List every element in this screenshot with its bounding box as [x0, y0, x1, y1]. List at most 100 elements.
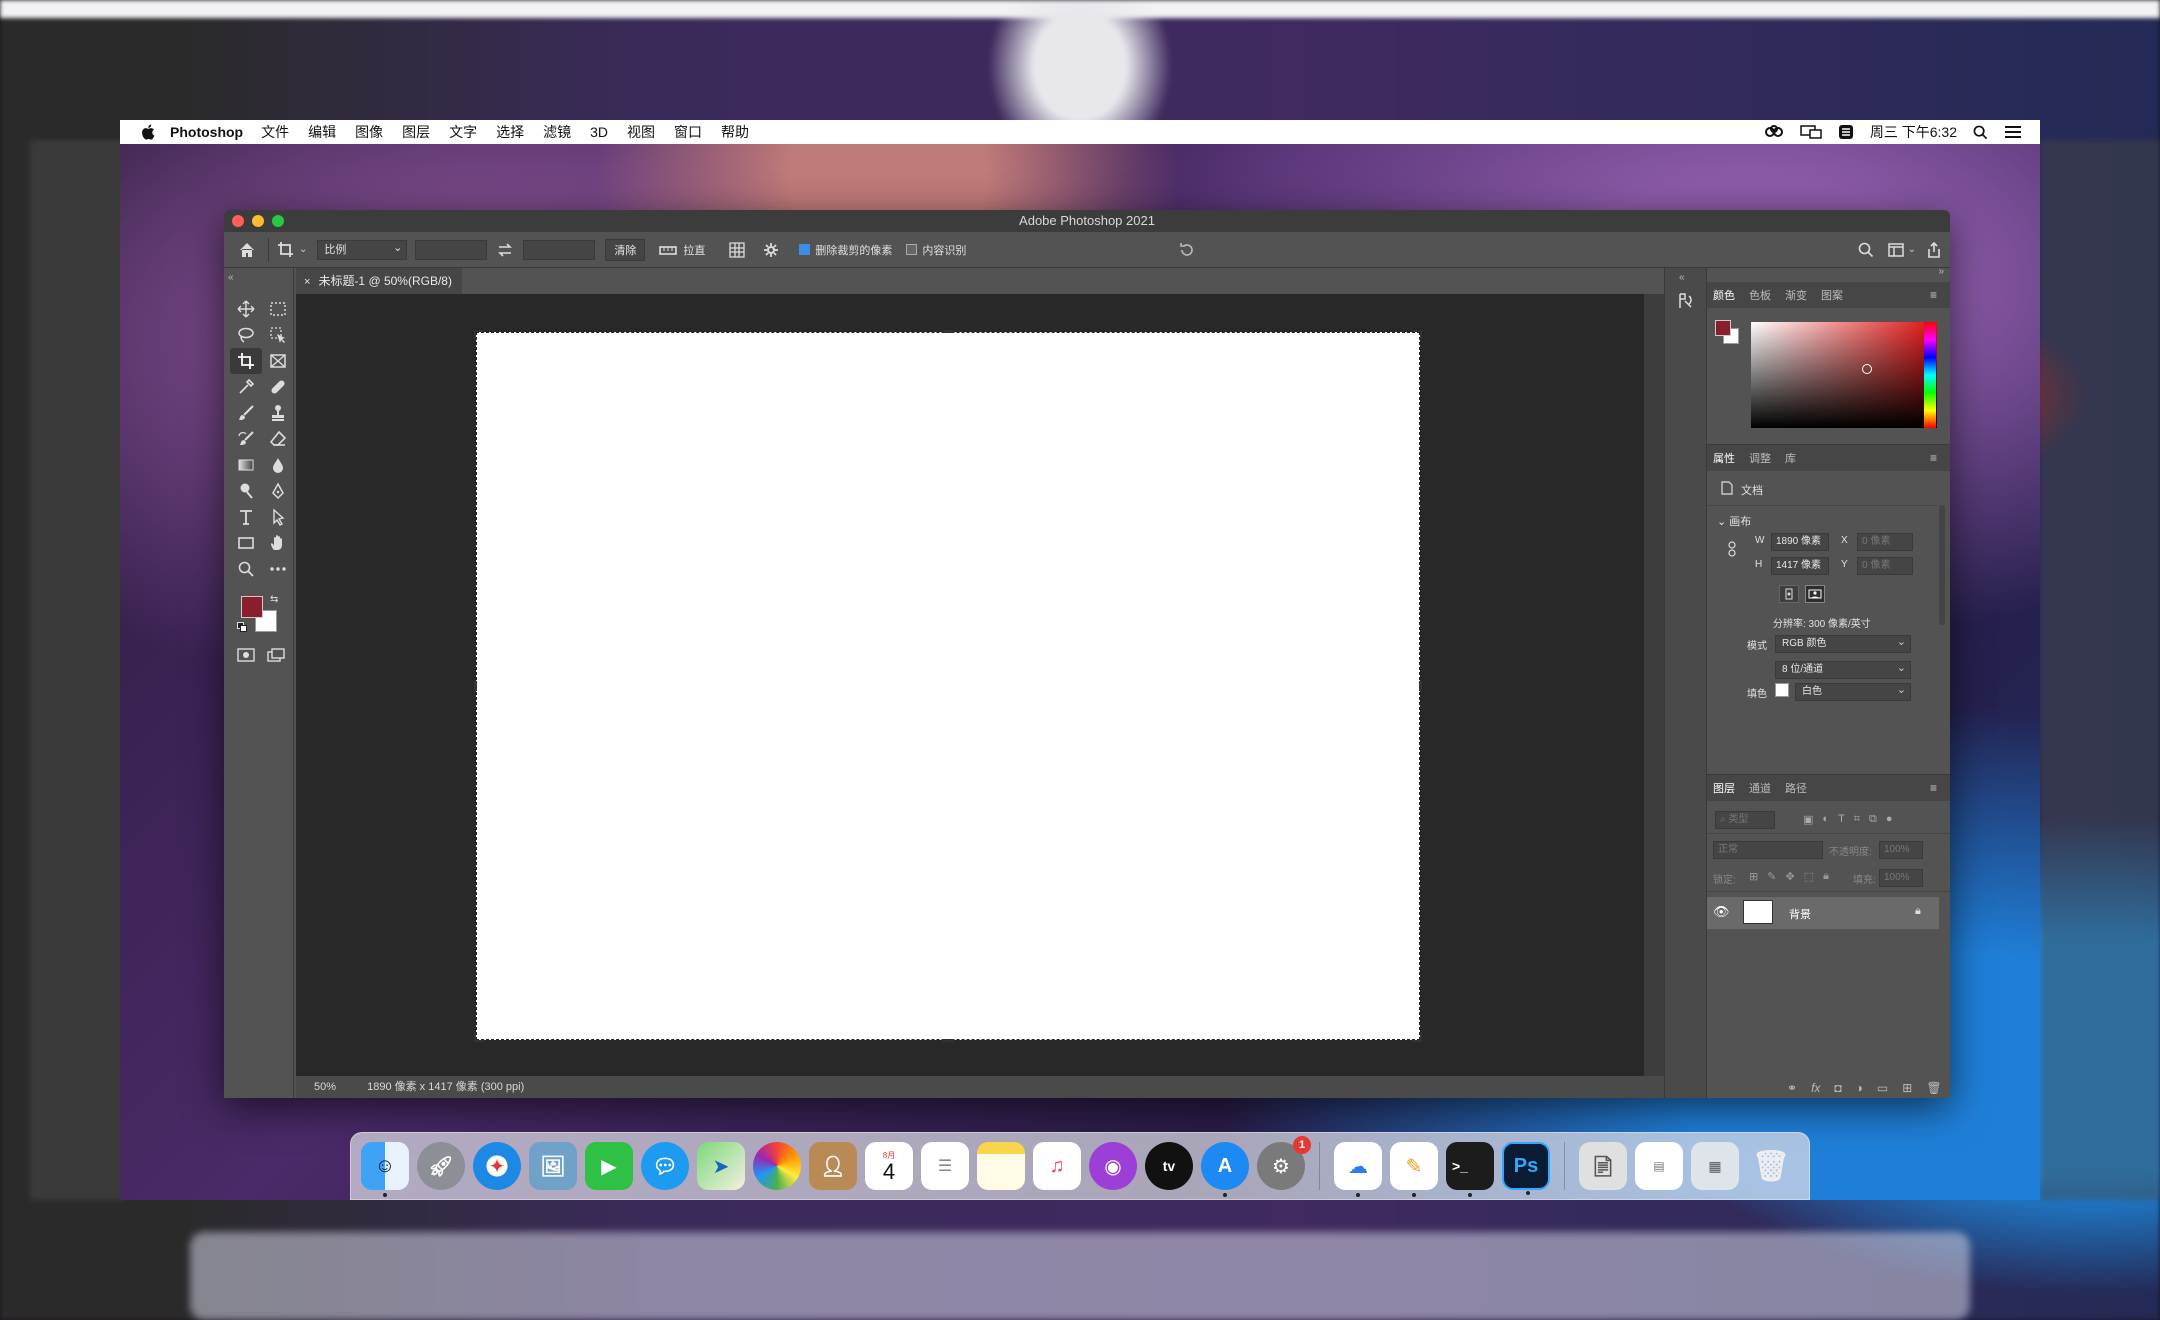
color-picker-cursor[interactable] — [1862, 364, 1872, 374]
lock-artboard-icon[interactable]: ⬚ — [1804, 870, 1814, 883]
spotlight-search-icon[interactable] — [1973, 125, 1988, 140]
downloads-stack-icon[interactable]: ▦ — [1691, 1142, 1739, 1190]
filter-toggle-icon[interactable]: ● — [1886, 813, 1893, 826]
add-mask-icon[interactable]: ◘ — [1834, 1081, 1841, 1095]
workspace-icon[interactable] — [1887, 242, 1904, 257]
photoshop-icon[interactable]: Ps — [1502, 1142, 1550, 1195]
link-dimensions-icon[interactable] — [1727, 541, 1737, 557]
new-group-icon[interactable]: ▭ — [1877, 1081, 1888, 1095]
filter-adjustment-icon[interactable]: ◐ — [1822, 813, 1829, 826]
quick-mask-icon[interactable] — [237, 648, 255, 667]
zoom-tool-icon[interactable] — [230, 556, 262, 582]
color-panel-foreground-swatch[interactable] — [1715, 320, 1731, 336]
collapse-tools-icon[interactable]: « — [228, 272, 234, 283]
object-selection-tool-icon[interactable] — [262, 322, 294, 348]
reminders-icon[interactable]: ☰ — [921, 1142, 969, 1190]
app-store-icon[interactable]: A — [1201, 1142, 1249, 1197]
adjustment-layer-icon[interactable]: ◑ — [1856, 1081, 1863, 1095]
canvas-width-field[interactable]: 1890 像素 — [1771, 533, 1829, 551]
workspace-chevron-icon[interactable]: ⌄ — [1908, 244, 1916, 255]
move-tool-icon[interactable] — [230, 296, 262, 322]
expand-strip-icon[interactable]: « — [1679, 272, 1685, 283]
finder-icon[interactable]: ☺ — [361, 1142, 409, 1197]
overlay-grid-icon[interactable] — [729, 241, 746, 258]
maps-icon[interactable]: ➤ — [697, 1142, 745, 1190]
marquee-tool-icon[interactable] — [262, 296, 294, 322]
delete-cropped-checkbox[interactable] — [799, 243, 815, 257]
menu-select[interactable]: 选择 — [496, 122, 524, 142]
hand-tool-icon[interactable] — [262, 530, 294, 556]
history-panel-icon[interactable] — [1677, 292, 1695, 310]
recent-document-icon[interactable]: ▤ — [1635, 1142, 1683, 1190]
color-picker-field[interactable] — [1751, 322, 1937, 428]
crop-handle-top[interactable] — [943, 330, 953, 333]
tab-paths[interactable]: 路径 — [1785, 780, 1807, 796]
filter-type-icon[interactable]: T — [1838, 813, 1845, 826]
zoom-window-button[interactable] — [272, 215, 284, 227]
swap-icon[interactable] — [497, 242, 513, 257]
canvas-height-field[interactable]: 1417 像素 — [1771, 557, 1829, 575]
properties-panel-menu-icon[interactable]: ≡ — [1930, 451, 1937, 465]
swap-colors-icon[interactable]: ⇆ — [270, 594, 278, 605]
menubar-clock[interactable]: 周三 下午6:32 — [1870, 122, 1957, 142]
pages-icon[interactable]: ✎ — [1390, 1142, 1438, 1197]
straighten-icon[interactable] — [659, 244, 678, 256]
menu-layer[interactable]: 图层 — [402, 122, 430, 142]
status-zoom[interactable]: 50% — [314, 1081, 336, 1093]
document-canvas[interactable] — [474, 330, 1422, 1042]
healing-brush-tool-icon[interactable] — [262, 374, 294, 400]
blend-mode-select[interactable]: 正常 — [1713, 841, 1823, 859]
menu-filter[interactable]: 滤镜 — [543, 122, 571, 142]
crop-handle-top-left[interactable] — [474, 330, 484, 340]
hue-slider[interactable] — [1924, 322, 1936, 428]
home-icon[interactable] — [238, 241, 256, 259]
menu-type[interactable]: 文字 — [449, 122, 477, 142]
collapse-panels-icon[interactable]: » — [1938, 266, 1944, 277]
lock-position-icon[interactable]: ✥ — [1785, 870, 1794, 883]
pasteboard[interactable] — [296, 294, 1644, 1076]
layer-row[interactable]: 👁︎ 背景 🔒︎ — [1707, 897, 1939, 929]
ratio-height-input[interactable] — [523, 239, 596, 260]
music-icon[interactable]: ♫ — [1033, 1142, 1081, 1190]
canvas-y-field[interactable]: 0 像素 — [1857, 557, 1913, 575]
brush-tool-icon[interactable] — [230, 400, 262, 426]
crop-handle-top-right[interactable] — [1412, 330, 1422, 340]
file-document-icon[interactable]: 📄︎ — [1579, 1142, 1627, 1190]
gradient-tool-icon[interactable] — [230, 452, 262, 478]
lock-image-icon[interactable]: ✎ — [1767, 870, 1776, 883]
menu-3d[interactable]: 3D — [590, 124, 608, 140]
menu-view[interactable]: 视图 — [627, 122, 655, 142]
straighten-label[interactable]: 拉直 — [683, 242, 705, 258]
apple-icon[interactable] — [138, 123, 160, 141]
input-method-icon[interactable] — [1838, 124, 1854, 140]
trash-icon[interactable]: 🗑︎ — [1747, 1142, 1795, 1190]
reset-icon[interactable] — [1178, 242, 1196, 258]
tab-channels[interactable]: 通道 — [1749, 780, 1771, 796]
crop-handle-right[interactable] — [1419, 681, 1422, 691]
vertical-scrollbar[interactable] — [1644, 294, 1664, 1076]
minimize-window-button[interactable] — [252, 215, 264, 227]
screen-mode-icon[interactable] — [267, 648, 285, 667]
share-icon[interactable] — [1926, 241, 1942, 258]
filter-pixel-icon[interactable]: ▣ — [1803, 813, 1813, 826]
portrait-orientation-button[interactable] — [1779, 585, 1799, 603]
lock-all-icon[interactable]: 🔒︎ — [1823, 870, 1829, 883]
dodge-tool-icon[interactable] — [230, 478, 262, 504]
tab-libraries[interactable]: 库 — [1785, 450, 1796, 466]
crop-handle-bottom[interactable] — [943, 1039, 953, 1042]
fill-color-swatch[interactable] — [1775, 683, 1789, 697]
eraser-tool-icon[interactable] — [262, 426, 294, 452]
lock-transparent-icon[interactable]: ⊞ — [1749, 870, 1758, 883]
tab-gradients[interactable]: 渐变 — [1785, 287, 1807, 303]
apple-tv-icon[interactable]: tv — [1145, 1142, 1193, 1190]
filter-smart-object-icon[interactable]: ⧉ — [1869, 813, 1877, 826]
layer-effects-icon[interactable]: fx — [1811, 1081, 1820, 1095]
color-mode-select[interactable]: RGB 颜色 — [1775, 634, 1911, 653]
terminal-icon[interactable]: >_ — [1446, 1142, 1494, 1197]
settings-gear-icon[interactable] — [763, 242, 779, 258]
crop-tool-icon[interactable] — [230, 348, 262, 374]
menu-file[interactable]: 文件 — [261, 122, 289, 142]
tab-properties[interactable]: 属性 — [1713, 450, 1735, 466]
canvas-section-toggle[interactable]: ⌄ 画布 — [1717, 513, 1751, 529]
menu-help[interactable]: 帮助 — [721, 122, 749, 142]
